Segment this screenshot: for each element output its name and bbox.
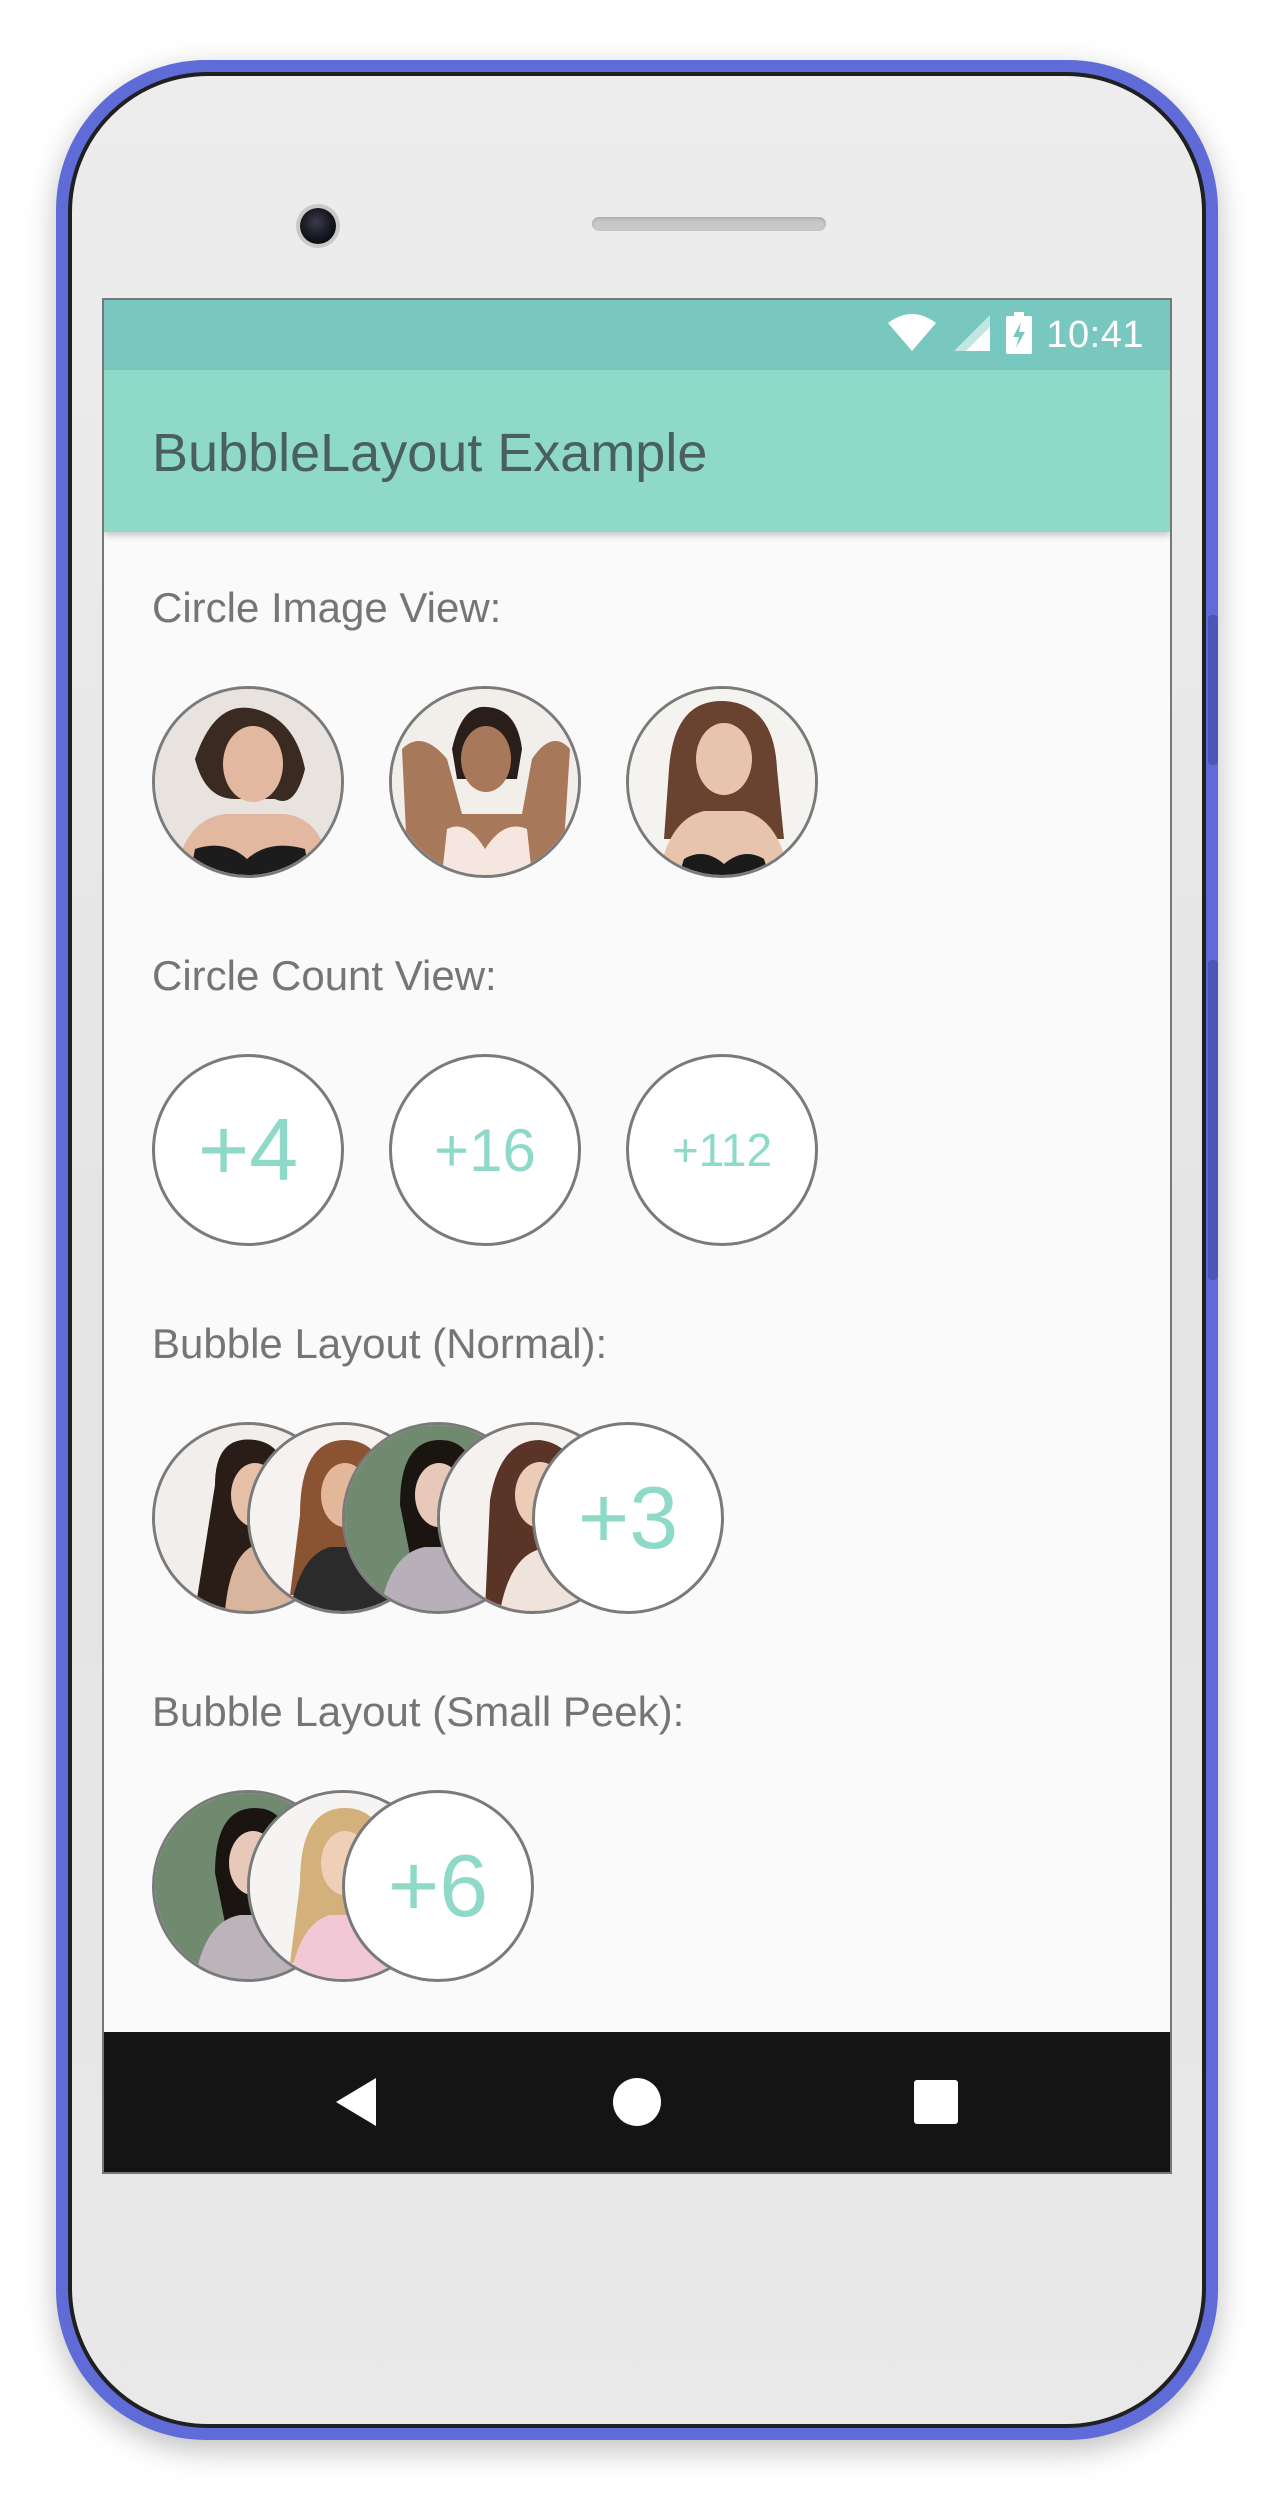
circle-image-1[interactable] — [152, 686, 344, 878]
bubble-layout-normal-label: Bubble Layout (Normal): — [152, 1320, 608, 1367]
cellular-signal-icon — [952, 313, 992, 358]
count-circle-2[interactable]: +16 — [389, 1054, 581, 1246]
circle-image-row — [152, 686, 852, 878]
bubble-layout-small-peek-label: Bubble Layout (Small Peek): — [152, 1688, 685, 1735]
earpiece-speaker — [592, 217, 826, 231]
bubble-layout-normal: +3 — [152, 1422, 852, 1614]
phone-volume-button — [1208, 960, 1218, 1280]
front-camera — [300, 208, 336, 244]
wifi-icon — [886, 313, 938, 358]
bubble-count-normal[interactable]: +3 — [532, 1422, 724, 1614]
home-icon[interactable] — [605, 2070, 669, 2134]
circle-count-view-label: Circle Count View: — [152, 952, 497, 999]
circle-image-3[interactable] — [626, 686, 818, 878]
battery-charging-icon — [1006, 311, 1033, 359]
device-screen: 10:41 BubbleLayout Example Circle Image … — [102, 298, 1172, 2174]
back-icon[interactable] — [324, 2070, 388, 2134]
recents-icon[interactable] — [904, 2070, 968, 2134]
app-title: BubbleLayout Example — [152, 423, 708, 483]
count-circle-1[interactable]: +4 — [152, 1054, 344, 1246]
bubble-layout-small-peek: +6 — [152, 1790, 852, 1982]
status-bar: 10:41 — [104, 300, 1170, 370]
app-bar: BubbleLayout Example — [104, 370, 1170, 532]
phone-power-button — [1208, 615, 1218, 765]
status-icons: 10:41 — [886, 311, 1144, 359]
content-area: Circle Image View: Circle Count View: +4… — [104, 532, 1170, 2032]
navigation-bar — [104, 2032, 1170, 2172]
circle-image-2[interactable] — [389, 686, 581, 878]
circle-count-row: +4 +16 +112 — [152, 1054, 852, 1246]
circle-image-view-label: Circle Image View: — [152, 584, 502, 631]
count-circle-3[interactable]: +112 — [626, 1054, 818, 1246]
status-time: 10:41 — [1046, 313, 1144, 356]
bubble-count-small-peek[interactable]: +6 — [342, 1790, 534, 1982]
